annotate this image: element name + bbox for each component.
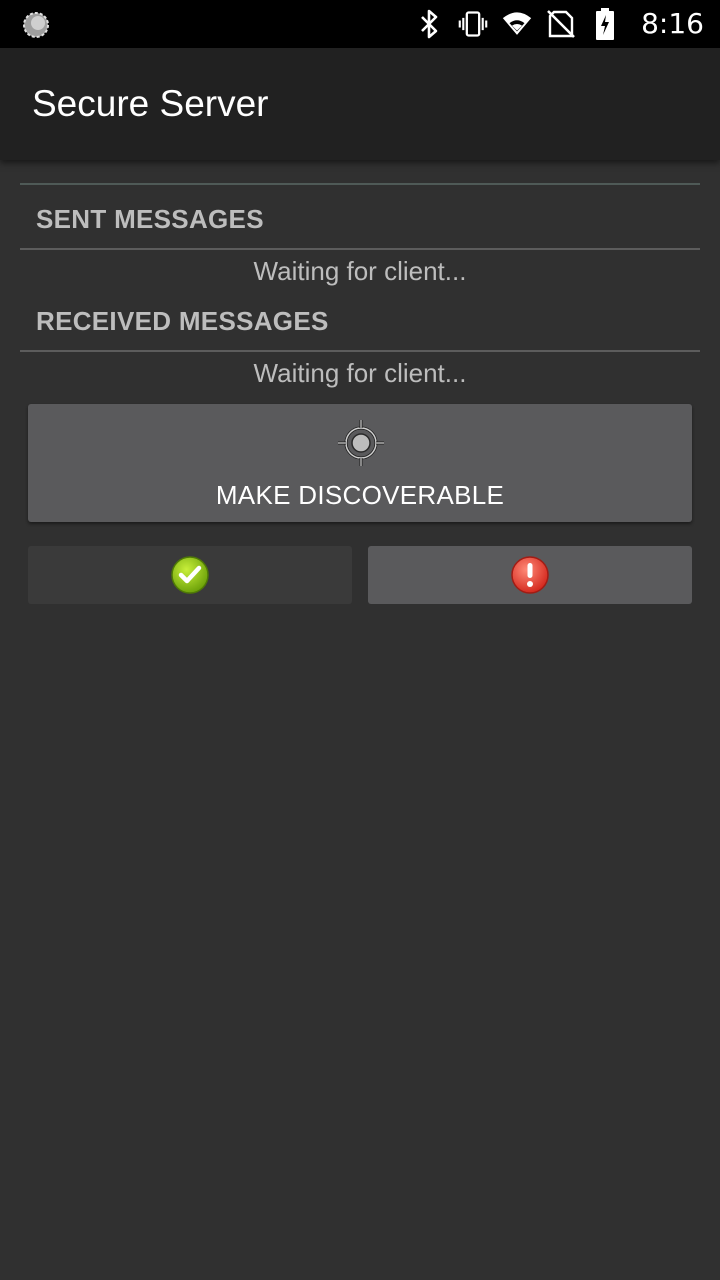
sent-messages-header: SENT MESSAGES <box>36 204 264 234</box>
received-status-text: Waiting for client... <box>253 358 467 388</box>
success-button[interactable] <box>28 546 352 604</box>
received-messages-header: RECEIVED MESSAGES <box>36 306 329 336</box>
target-location-icon <box>338 420 384 466</box>
red-exclamation-icon <box>511 556 549 594</box>
make-discoverable-button[interactable]: MAKE DISCOVERABLE <box>28 404 692 522</box>
battery-charging-icon <box>590 8 620 40</box>
bluetooth-icon <box>414 8 444 40</box>
sent-divider <box>20 248 700 250</box>
vibrate-icon <box>458 8 488 40</box>
app-title: Secure Server <box>32 83 269 124</box>
green-check-icon <box>171 556 209 594</box>
error-button[interactable] <box>368 546 692 604</box>
status-icons <box>400 8 620 40</box>
loading-spinner-icon <box>23 12 49 38</box>
status-bar: 8:16 <box>0 0 720 48</box>
received-divider <box>20 350 700 352</box>
wifi-icon <box>502 8 532 40</box>
no-sim-icon <box>546 8 576 40</box>
make-discoverable-label: MAKE DISCOVERABLE <box>215 480 505 510</box>
sent-status-text: Waiting for client... <box>253 256 467 286</box>
top-divider <box>20 183 700 185</box>
app-bar: Secure Server <box>0 48 720 160</box>
clock: 8:16 <box>641 7 704 40</box>
